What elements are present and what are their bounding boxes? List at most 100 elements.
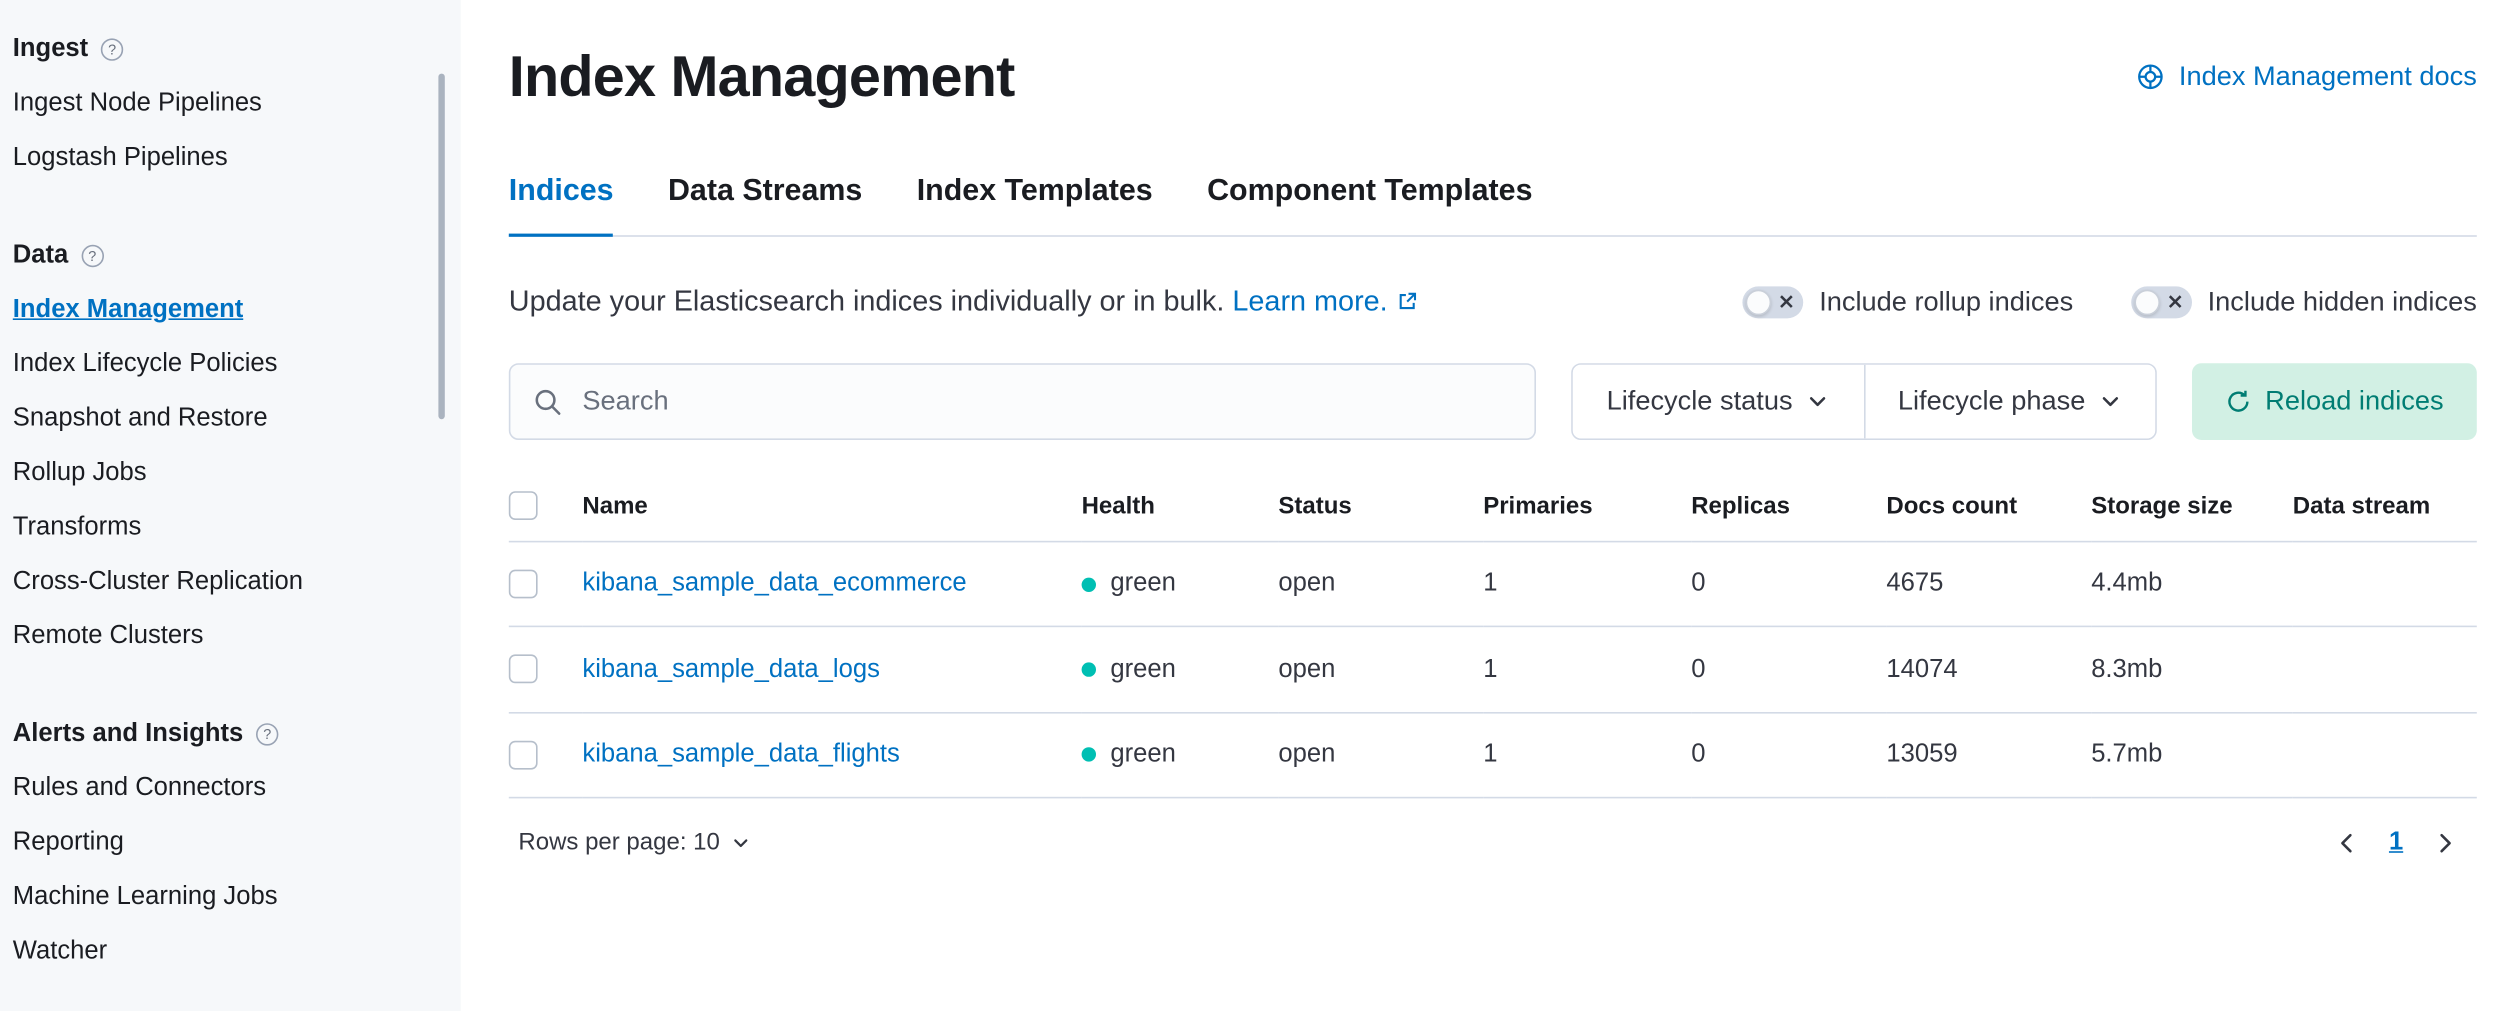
previous-page-button[interactable] <box>2331 827 2363 859</box>
sidebar-item-index-management[interactable]: Index Management <box>13 283 429 337</box>
primaries-cell: 1 <box>1483 712 1691 797</box>
sidebar-item-snapshot-and-restore[interactable]: Snapshot and Restore <box>13 392 429 446</box>
row-checkbox[interactable] <box>509 655 538 684</box>
controls-row: Update your Elasticsearch indices indivi… <box>509 285 2477 319</box>
sidebar-item-ingest-node-pipelines[interactable]: Ingest Node Pipelines <box>13 77 429 131</box>
docs-count-cell: 14074 <box>1886 627 2091 712</box>
data-stream-cell <box>2293 712 2477 797</box>
health-label: green <box>1110 740 1175 769</box>
help-icon[interactable]: ? <box>256 723 278 745</box>
rows-per-page-label: Rows per page: 10 <box>518 829 719 856</box>
tab-index-templates[interactable]: Index Templates <box>917 175 1153 237</box>
include-rollup-indices-toggle[interactable] <box>1742 286 1803 318</box>
life-ring-docs-icon <box>2136 62 2165 91</box>
toggle-thumb <box>1746 289 1772 315</box>
tab-component-templates[interactable]: Component Templates <box>1207 175 1532 237</box>
index-name-link[interactable]: kibana_sample_data_logs <box>582 655 879 682</box>
sidebar-item-reporting[interactable]: Reporting <box>13 816 429 870</box>
table-row: kibana_sample_data_ecommerce green open … <box>509 542 2477 627</box>
filter-label: Lifecycle status <box>1607 386 1793 418</box>
row-checkbox[interactable] <box>509 570 538 599</box>
page-title: Index Management <box>509 42 1015 111</box>
health-cell: green <box>1082 570 1266 599</box>
status-cell: open <box>1278 627 1483 712</box>
column-header-primaries[interactable]: Primaries <box>1483 479 1691 542</box>
toggle-off-x-icon <box>1779 295 1793 309</box>
health-label: green <box>1110 570 1175 599</box>
lifecycle-filter-group: Lifecycle status Lifecycle phase <box>1571 364 2157 441</box>
sidebar-heading-label: Alerts and Insights <box>13 720 243 749</box>
select-all-checkbox[interactable] <box>509 492 538 521</box>
reload-indices-button[interactable]: Reload indices <box>2192 364 2477 441</box>
replicas-cell: 0 <box>1691 542 1886 627</box>
tab-indices[interactable]: Indices <box>509 175 614 237</box>
chevron-left-icon <box>2335 830 2361 856</box>
health-label: green <box>1110 655 1175 684</box>
sidebar-item-rollup-jobs[interactable]: Rollup Jobs <box>13 446 429 500</box>
sidebar-item-remote-clusters[interactable]: Remote Clusters <box>13 610 429 664</box>
sidebar-section-data: Data ? Index Management Index Lifecycle … <box>13 229 429 664</box>
replicas-cell: 0 <box>1691 627 1886 712</box>
storage-size-cell: 8.3mb <box>2091 627 2293 712</box>
kibana-index-management-page: Ingest ? Ingest Node Pipelines Logstash … <box>0 0 2504 1011</box>
column-header-storage-size[interactable]: Storage size <box>2091 479 2293 542</box>
indices-table: Name Health Status Primaries Replicas Do… <box>509 479 2477 799</box>
health-green-dot-icon <box>1082 577 1096 591</box>
column-header-name[interactable]: Name <box>582 479 1081 542</box>
chevron-right-icon <box>2432 830 2458 856</box>
replicas-cell: 0 <box>1691 712 1886 797</box>
lifecycle-status-filter[interactable]: Lifecycle status <box>1573 365 1863 439</box>
search-row: Lifecycle status Lifecycle phase <box>509 364 2477 441</box>
chevron-down-icon <box>1807 391 1829 413</box>
refresh-icon <box>2225 389 2251 415</box>
column-header-replicas[interactable]: Replicas <box>1691 479 1886 542</box>
sidebar-section-ingest: Ingest ? Ingest Node Pipelines Logstash … <box>13 22 429 185</box>
include-hidden-indices-toggle[interactable] <box>2131 286 2192 318</box>
primaries-cell: 1 <box>1483 542 1691 627</box>
sidebar-item-rules-and-connectors[interactable]: Rules and Connectors <box>13 762 429 816</box>
status-cell: open <box>1278 542 1483 627</box>
help-icon[interactable]: ? <box>81 245 103 267</box>
sidebar-heading-ingest: Ingest ? <box>13 22 429 76</box>
toggle-thumb <box>2134 289 2160 315</box>
sidebar-item-machine-learning-jobs[interactable]: Machine Learning Jobs <box>13 870 429 924</box>
page-header: Index Management Index Management docs <box>509 42 2477 111</box>
column-header-docs-count[interactable]: Docs count <box>1886 479 2091 542</box>
sidebar-item-watcher[interactable]: Watcher <box>13 925 429 979</box>
sidebar-item-transforms[interactable]: Transforms <box>13 501 429 555</box>
filter-label: Lifecycle phase <box>1898 386 2086 418</box>
learn-more-label: Learn more. <box>1232 285 1387 319</box>
health-cell: green <box>1082 740 1266 769</box>
health-green-dot-icon <box>1082 663 1096 677</box>
table-footer: Rows per page: 10 1 <box>509 827 2477 859</box>
search-box <box>509 364 1536 441</box>
index-name-link[interactable]: kibana_sample_data_flights <box>582 740 899 767</box>
docs-link[interactable]: Index Management docs <box>2136 60 2477 92</box>
sidebar-heading-alerts-and-insights: Alerts and Insights ? <box>13 707 429 761</box>
docs-link-label: Index Management docs <box>2179 60 2477 92</box>
sidebar-section-alerts-and-insights: Alerts and Insights ? Rules and Connecto… <box>13 707 429 979</box>
row-checkbox[interactable] <box>509 740 538 769</box>
sidebar-item-cross-cluster-replication[interactable]: Cross-Cluster Replication <box>13 555 429 609</box>
sidebar-item-logstash-pipelines[interactable]: Logstash Pipelines <box>13 131 429 185</box>
primaries-cell: 1 <box>1483 627 1691 712</box>
column-header-status[interactable]: Status <box>1278 479 1483 542</box>
page-description: Update your Elasticsearch indices indivi… <box>509 285 1418 319</box>
sidebar-item-index-lifecycle-policies[interactable]: Index Lifecycle Policies <box>13 338 429 392</box>
learn-more-link[interactable]: Learn more. <box>1232 285 1418 319</box>
table-row: kibana_sample_data_logs green open 1 0 1… <box>509 627 2477 712</box>
index-name-link[interactable]: kibana_sample_data_ecommerce <box>582 570 966 597</box>
health-green-dot-icon <box>1082 748 1096 762</box>
tab-data-streams[interactable]: Data Streams <box>668 175 862 237</box>
sidebar-scrollbar[interactable] <box>438 74 444 420</box>
help-icon[interactable]: ? <box>101 38 123 60</box>
sidebar-heading-label: Ingest <box>13 35 88 64</box>
page-number-1[interactable]: 1 <box>2389 829 2403 858</box>
sidebar-heading-label: Data <box>13 242 69 271</box>
column-header-health[interactable]: Health <box>1082 479 1279 542</box>
next-page-button[interactable] <box>2429 827 2461 859</box>
column-header-data-stream[interactable]: Data stream <box>2293 479 2477 542</box>
rows-per-page-selector[interactable]: Rows per page: 10 <box>509 828 760 858</box>
lifecycle-phase-filter[interactable]: Lifecycle phase <box>1863 365 2155 439</box>
search-input[interactable] <box>579 384 1512 419</box>
